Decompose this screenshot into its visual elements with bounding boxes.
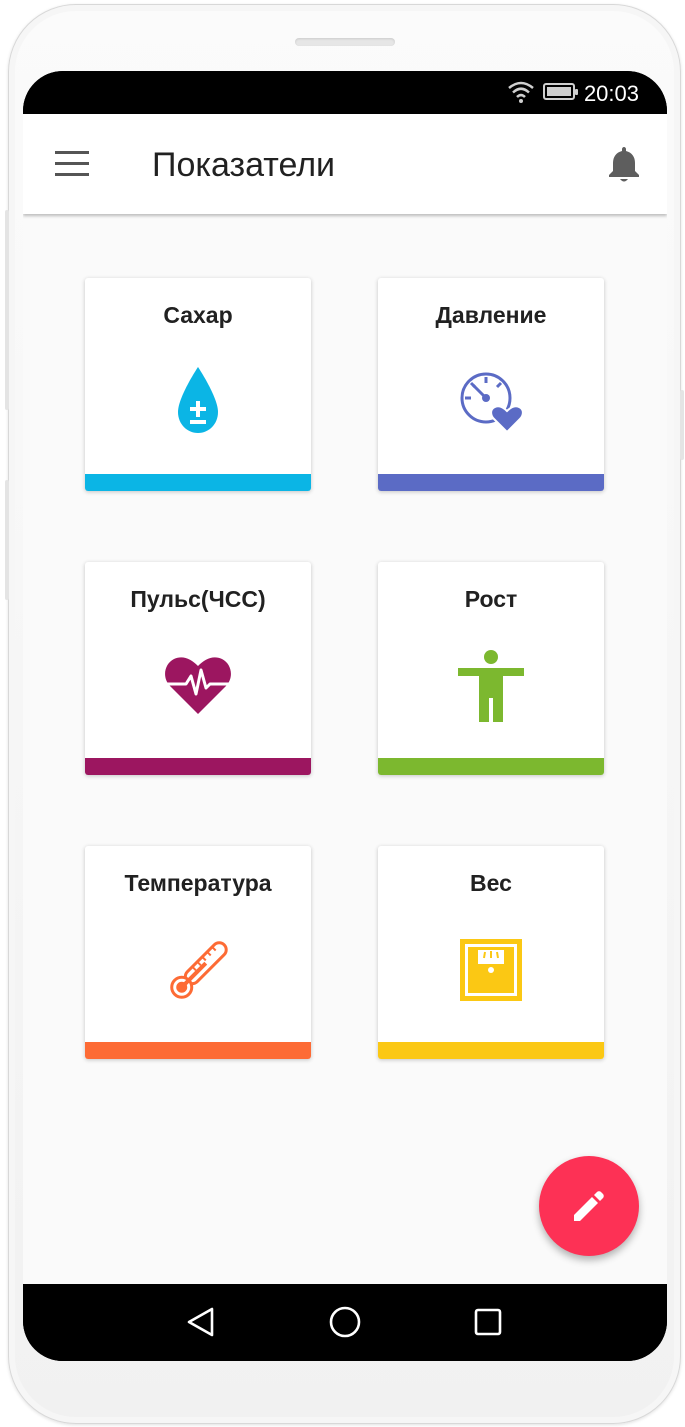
card-color-bar <box>378 1042 604 1059</box>
screen: 20:03 Показатели Сахар Давление Пульс(ЧС… <box>23 71 667 1361</box>
edit-fab-button[interactable] <box>539 1156 639 1256</box>
home-circle-icon[interactable] <box>325 1302 365 1342</box>
card-sugar[interactable]: Сахар <box>85 278 311 491</box>
card-label: Сахар <box>163 302 233 328</box>
card-color-bar <box>378 758 604 775</box>
heart-pulse-icon <box>165 657 231 714</box>
card-color-bar <box>85 758 311 775</box>
phone-speaker <box>295 38 395 46</box>
phone-power-button <box>680 390 684 460</box>
gauge-heart-icon <box>460 372 524 434</box>
recents-square-icon[interactable] <box>468 1302 508 1342</box>
bell-icon[interactable] <box>607 144 641 184</box>
card-label: Температура <box>124 870 272 896</box>
card-color-bar <box>85 474 311 491</box>
content-area: Сахар Давление Пульс(ЧСС) Рост Температу… <box>23 214 667 1284</box>
battery-icon <box>543 83 578 100</box>
card-temperature[interactable]: Температура <box>85 846 311 1059</box>
wifi-icon <box>508 81 534 103</box>
status-bar: 20:03 <box>23 71 667 114</box>
card-pulse[interactable]: Пульс(ЧСС) <box>85 562 311 775</box>
back-triangle-icon[interactable] <box>181 1302 221 1342</box>
card-label: Рост <box>464 586 518 612</box>
card-label: Давление <box>435 302 547 328</box>
phone-side-button <box>5 480 9 600</box>
card-label: Вес <box>470 870 512 896</box>
card-color-bar <box>378 474 604 491</box>
card-weight[interactable]: Вес <box>378 846 604 1059</box>
card-height[interactable]: Рост <box>378 562 604 775</box>
status-time: 20:03 <box>583 81 639 106</box>
card-label: Пульс(ЧСС) <box>130 586 266 612</box>
hamburger-menu-icon[interactable] <box>55 151 89 177</box>
scale-icon <box>460 939 522 1001</box>
card-pressure[interactable]: Давление <box>378 278 604 491</box>
person-standing-icon <box>458 650 524 722</box>
pencil-icon <box>574 1191 604 1221</box>
navigation-bar <box>23 1284 667 1361</box>
app-bar: Показатели <box>23 114 667 214</box>
thermometer-icon <box>170 941 228 999</box>
card-color-bar <box>85 1042 311 1059</box>
blood-drop-plus-minus-icon <box>178 367 218 433</box>
page-title: Показатели <box>152 146 336 184</box>
phone-side-button <box>5 210 9 410</box>
